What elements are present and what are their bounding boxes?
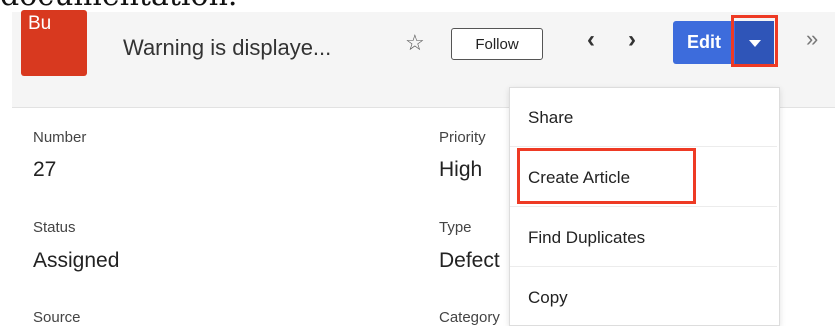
field-label-priority: Priority <box>439 129 486 146</box>
module-badge-text: Bu <box>28 13 52 34</box>
menu-item-label: Copy <box>528 288 568 307</box>
double-chevron-right-icon[interactable]: » <box>806 26 818 52</box>
chevron-left-icon[interactable]: ‹ <box>587 26 595 54</box>
menu-item-label: Find Duplicates <box>528 228 646 247</box>
field-value-priority: High <box>439 158 483 181</box>
field-label-number: Number <box>33 129 87 146</box>
actions-dropdown-menu: Share Create Article Find Duplicates Cop… <box>509 87 780 326</box>
menu-item-find-duplicates[interactable]: Find Duplicates <box>510 208 777 267</box>
caret-highlight-box <box>731 15 778 67</box>
field-label-category: Category <box>439 309 500 326</box>
create-article-highlight-box <box>517 148 696 204</box>
field-value-status: Assigned <box>33 249 120 272</box>
follow-button[interactable]: Follow <box>451 28 543 60</box>
chevron-right-icon[interactable]: › <box>628 26 636 54</box>
field-label-type: Type <box>439 219 472 236</box>
field-label-source: Source <box>33 309 81 326</box>
edit-button[interactable]: Edit <box>673 21 735 64</box>
field-label-status: Status <box>33 219 76 236</box>
menu-item-label: Share <box>528 108 574 127</box>
field-value-type: Defect <box>439 249 500 272</box>
record-title: Warning is displaye... <box>123 35 332 60</box>
field-value-number: 27 <box>33 158 57 181</box>
documentation-snippet: documentation. <box>0 0 835 12</box>
module-badge: Bu <box>21 10 87 76</box>
menu-item-copy[interactable]: Copy <box>510 268 777 326</box>
menu-item-share[interactable]: Share <box>510 88 777 147</box>
star-outline-icon[interactable]: ☆ <box>405 30 425 56</box>
